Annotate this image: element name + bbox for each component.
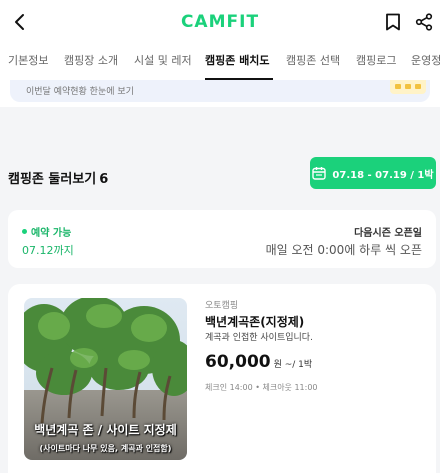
tab-zone-layout[interactable]: 캠핑존 배치도 bbox=[205, 52, 270, 68]
site-description: 계곡과 인접한 사이트입니다. bbox=[205, 333, 313, 343]
availability-until: 07.12까지 bbox=[22, 244, 74, 257]
reservation-calendar-banner[interactable]: 이번달 예약현황 한눈에 보기 bbox=[10, 80, 430, 102]
bookmark-button[interactable] bbox=[381, 10, 405, 34]
price-row: 60,000 원 ~/ 1박 bbox=[205, 352, 312, 372]
calendar-illustration-icon bbox=[390, 80, 426, 94]
checkin-checkout-times: 체크인 14:00 • 체크아웃 11:00 bbox=[205, 383, 318, 392]
next-season-text: 매일 오전 0:00에 하루 씩 오픈 bbox=[265, 243, 422, 257]
section-tabs: 기본정보 캠핑장 소개 시설 및 레저 캠핑존 배치도 캠핑존 선택 캠핑로그 … bbox=[0, 44, 440, 80]
section-title: 캠핑존 둘러보기 6 bbox=[8, 168, 108, 187]
photo-caption-title: 백년계곡 존 / 사이트 지정제 bbox=[34, 423, 177, 437]
availability-status: 예약 가능 bbox=[22, 224, 71, 239]
tab-basic-info[interactable]: 기본정보 bbox=[8, 52, 48, 68]
bookmark-icon bbox=[386, 13, 400, 31]
price-unit: 원 ~/ 1박 bbox=[273, 360, 313, 370]
zone-photo[interactable]: 백년계곡 존 / 사이트 지정제 (사이트마다 나무 있음, 계곡과 인접함) bbox=[24, 298, 187, 460]
app-header: CAMFIT bbox=[0, 0, 440, 44]
tab-zone-select[interactable]: 캠핑존 선택 bbox=[286, 52, 340, 68]
tab-campsite-intro[interactable]: 캠핑장 소개 bbox=[64, 52, 118, 68]
date-select-button[interactable]: 07.18 - 07.19 / 1박 bbox=[310, 157, 436, 189]
availability-status-text: 예약 가능 bbox=[31, 228, 72, 239]
campsite-zone-card[interactable]: 백년계곡 존 / 사이트 지정제 (사이트마다 나무 있음, 계곡과 인접함) … bbox=[8, 284, 436, 473]
camping-site-page: CAMFIT 기본정보 캠핑장 소개 시설 및 레저 캠핑존 배치도 캠핑존 선… bbox=[0, 0, 440, 473]
share-button[interactable] bbox=[412, 10, 436, 34]
date-range-label: 07.18 - 07.19 / 1박 bbox=[332, 169, 434, 181]
calendar-icon bbox=[312, 167, 327, 180]
banner-text: 이번달 예약현황 한눈에 보기 bbox=[26, 87, 134, 97]
zone-count: 6 bbox=[99, 172, 109, 187]
tab-facilities[interactable]: 시설 및 레저 bbox=[134, 52, 192, 68]
section-title-text: 캠핑존 둘러보기 bbox=[8, 172, 97, 187]
status-dot-icon bbox=[22, 229, 27, 234]
availability-card: 예약 가능 07.12까지 다음시즌 오픈일 매일 오전 0:00에 하루 씩 … bbox=[8, 210, 436, 268]
zone-section: 캠핑존 둘러보기 6 07.18 - 07.19 / 1박 예약 가능 07.12… bbox=[0, 142, 440, 473]
share-icon bbox=[415, 13, 433, 31]
app-logo: CAMFIT bbox=[180, 12, 260, 32]
tab-operation[interactable]: 운영정 bbox=[411, 52, 440, 68]
site-name: 백년계곡존(지정제) bbox=[205, 315, 305, 329]
site-type: 오토캠핑 bbox=[205, 301, 239, 311]
next-season-label: 다음시즌 오픈일 bbox=[354, 228, 422, 239]
tab-camping-log[interactable]: 캠핑로그 bbox=[356, 52, 396, 68]
photo-caption-subtitle: (사이트마다 나무 있음, 계곡과 인접함) bbox=[39, 444, 172, 453]
site-price: 60,000 bbox=[205, 352, 271, 372]
reservation-banner-area: 이번달 예약현황 한눈에 보기 bbox=[0, 80, 440, 107]
